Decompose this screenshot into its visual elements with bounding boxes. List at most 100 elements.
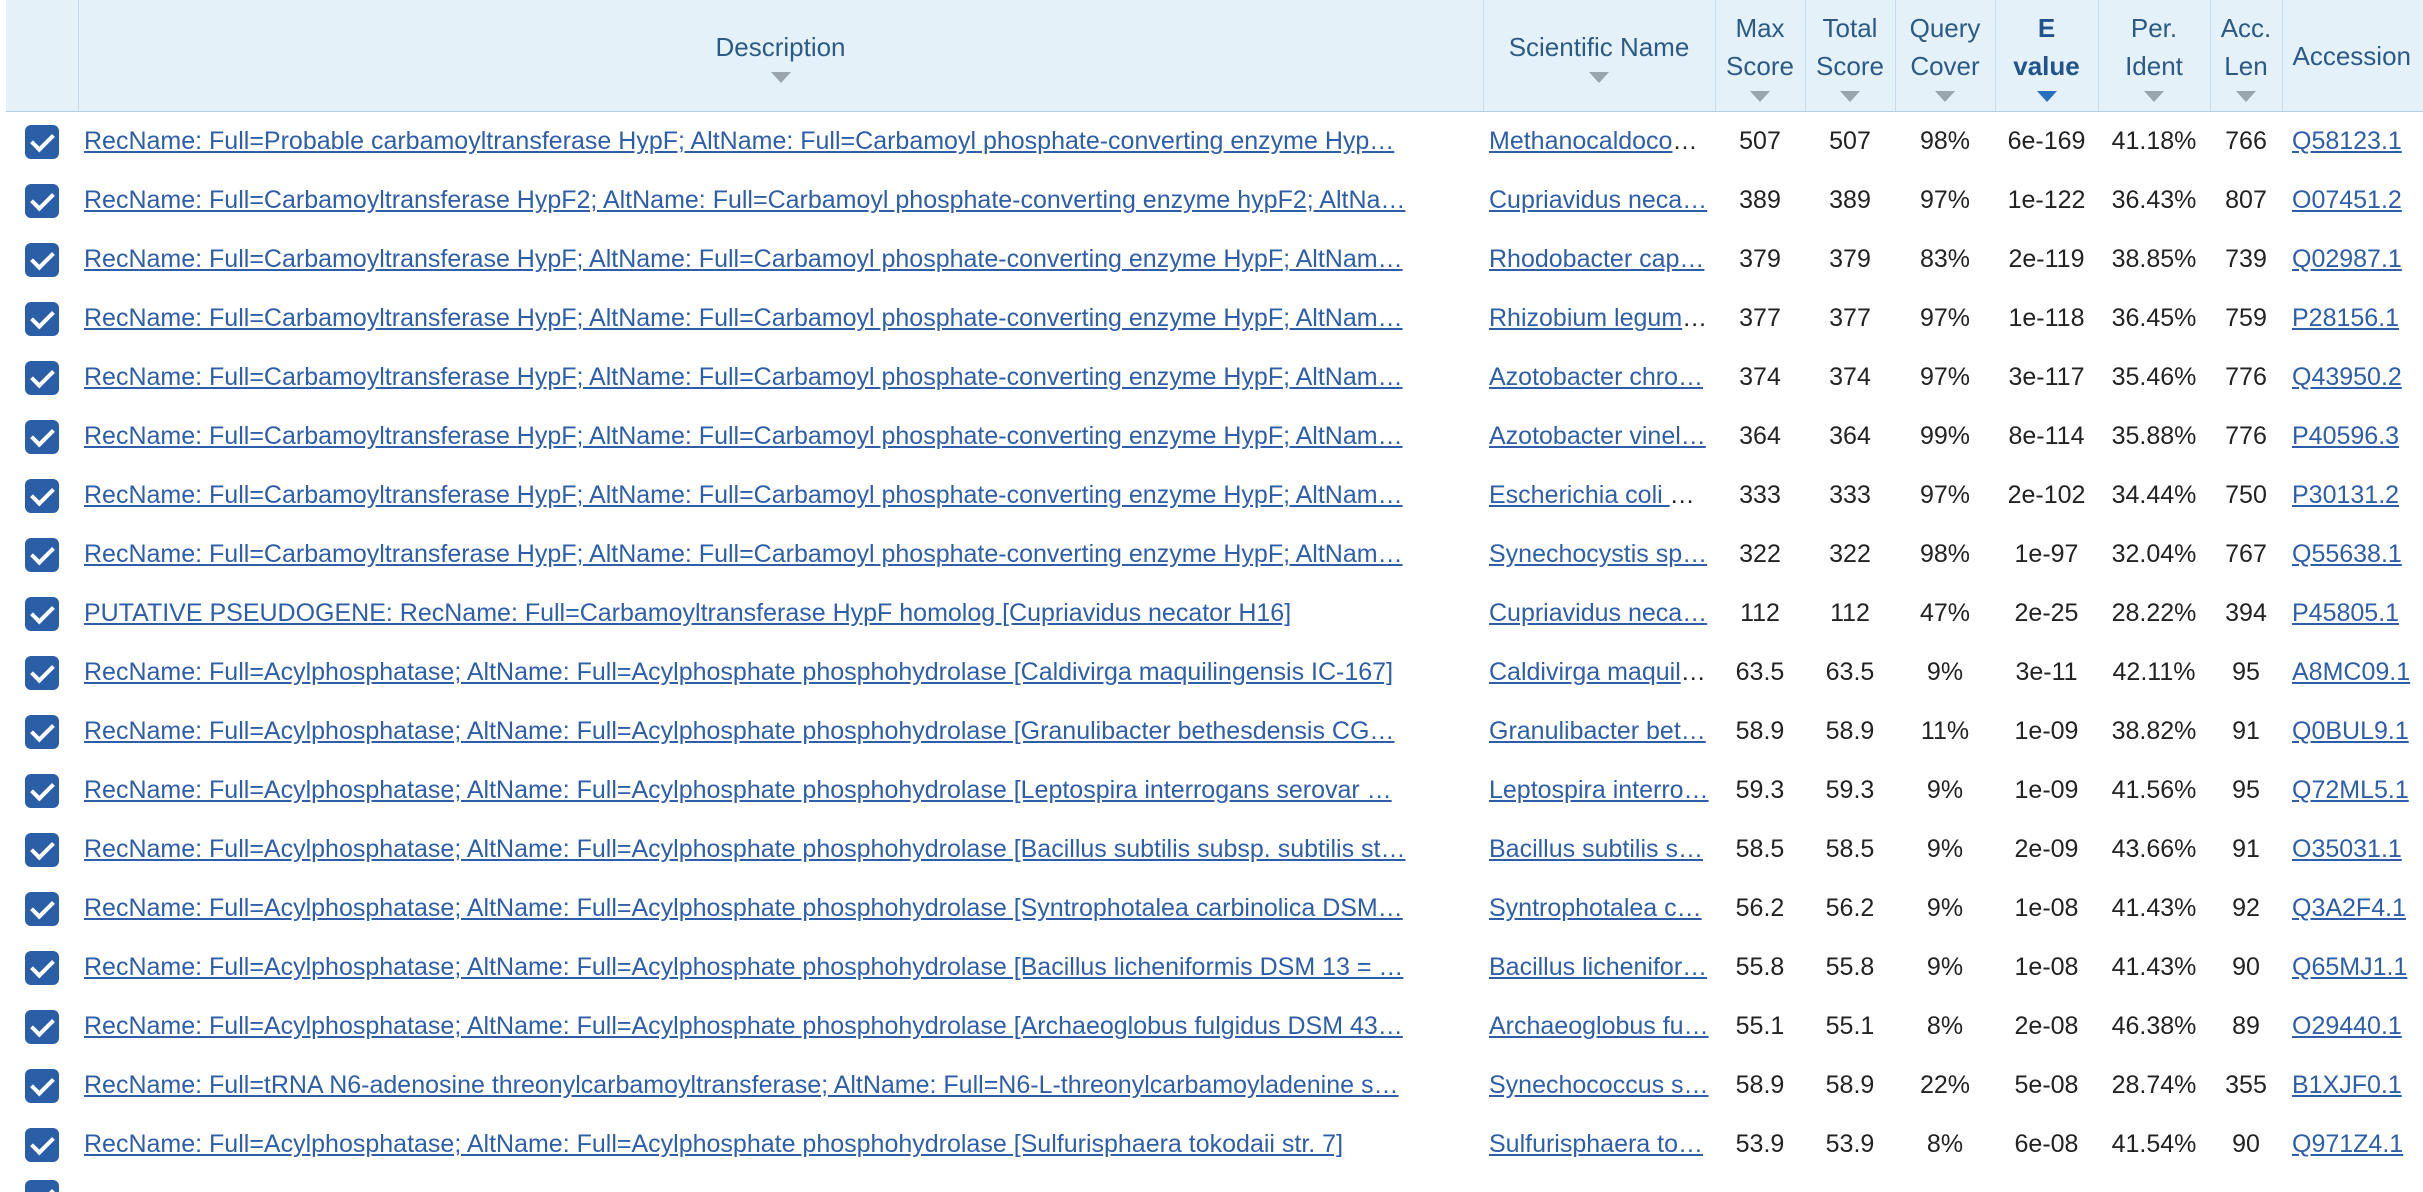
accession-link[interactable]: P28156.1 bbox=[2292, 304, 2399, 332]
scientific-name-link[interactable]: Synechococcus s… bbox=[1489, 1071, 1709, 1099]
sort-caret-icon[interactable] bbox=[770, 72, 791, 83]
row-checkbox-icon[interactable] bbox=[25, 1180, 59, 1192]
row-checkbox-icon[interactable] bbox=[25, 124, 59, 159]
row-checkbox-icon[interactable] bbox=[25, 950, 59, 985]
accession-link[interactable]: Q58123.1 bbox=[2292, 127, 2402, 155]
table-row[interactable]: RecName: Full=Carbamoyltransferase HypF;… bbox=[0, 230, 2423, 289]
description-link[interactable]: RecName: Full=Carbamoyltransferase HypF;… bbox=[84, 363, 1403, 391]
table-row[interactable]: RecName: Full=Carbamoyltransferase HypF;… bbox=[0, 348, 2423, 407]
row-checkbox-icon[interactable] bbox=[25, 1127, 59, 1162]
column-header-per-ident[interactable]: Per. Ident bbox=[2098, 0, 2211, 112]
description-link[interactable]: RecName: Full=Acylphosphatase; AltName: … bbox=[84, 717, 1394, 745]
description-link[interactable]: RecName: Full=Acylphosphatase; AltName: … bbox=[84, 776, 1392, 804]
accession-link[interactable]: Q971Z4.1 bbox=[2292, 1130, 2403, 1158]
sort-caret-active-icon[interactable] bbox=[2036, 91, 2057, 102]
description-link[interactable]: RecName: Full=Probable carbamoyltransfer… bbox=[84, 127, 1394, 155]
row-checkbox-icon[interactable] bbox=[25, 183, 59, 218]
column-header-accession[interactable]: Accession bbox=[2282, 0, 2423, 112]
row-checkbox-icon[interactable] bbox=[25, 1068, 59, 1103]
column-header-description[interactable]: Description bbox=[78, 0, 1484, 112]
description-link[interactable]: RecName: Full=Carbamoyltransferase HypF;… bbox=[84, 245, 1403, 273]
scientific-name-link[interactable]: Leptospira interro… bbox=[1489, 776, 1709, 804]
description-link[interactable]: RecName: Full=Carbamoyltransferase HypF;… bbox=[84, 304, 1403, 332]
scientific-name-link[interactable]: Granulibacter bet… bbox=[1489, 717, 1706, 745]
row-checkbox-icon[interactable] bbox=[25, 891, 59, 926]
column-header-scientific-name[interactable]: Scientific Name bbox=[1483, 0, 1716, 112]
sort-caret-icon[interactable] bbox=[2144, 91, 2164, 102]
sort-caret-icon[interactable] bbox=[1750, 91, 1770, 102]
accession-link[interactable]: A8MC09.1 bbox=[2292, 658, 2410, 686]
description-link[interactable]: RecName: Full=Acylphosphatase; AltName: … bbox=[84, 953, 1403, 981]
table-row[interactable]: RecName: Full=Probable carbamoyltransfer… bbox=[0, 111, 2423, 171]
row-checkbox-icon[interactable] bbox=[25, 242, 59, 277]
row-checkbox-icon[interactable] bbox=[25, 714, 59, 749]
table-row[interactable]: RecName: Full=Carbamoyltransferase HypF;… bbox=[0, 407, 2423, 466]
row-checkbox-icon[interactable] bbox=[25, 773, 59, 808]
column-header-total-score[interactable]: Total Score bbox=[1805, 0, 1896, 112]
sort-caret-icon[interactable] bbox=[2236, 91, 2256, 102]
scientific-name-link[interactable]: Cupriavidus neca… bbox=[1489, 186, 1707, 214]
table-row[interactable]: RecName: Full=Carbamoyltransferase HypF2… bbox=[0, 171, 2423, 230]
scientific-name-link[interactable]: Cupriavidus neca… bbox=[1489, 599, 1707, 627]
description-link[interactable]: RecName: Full=Carbamoyltransferase HypF;… bbox=[84, 540, 1403, 568]
description-link[interactable]: RecName: Full=Carbamoyltransferase HypF;… bbox=[84, 422, 1403, 450]
description-link[interactable]: RecName: Full=Acylphosphatase; AltName: … bbox=[84, 1130, 1343, 1158]
row-checkbox-icon[interactable] bbox=[25, 478, 59, 513]
scientific-name-link[interactable]: Azotobacter chro… bbox=[1489, 363, 1703, 391]
accession-link[interactable]: Q02987.1 bbox=[2292, 245, 2402, 273]
accession-link[interactable]: O07451.2 bbox=[2292, 186, 2402, 214]
column-header-acc-len[interactable]: Acc. Len bbox=[2210, 0, 2283, 112]
scientific-name-link[interactable]: Rhizobium legumi… bbox=[1489, 304, 1713, 332]
row-checkbox-icon[interactable] bbox=[25, 655, 59, 690]
scientific-name-link[interactable]: Caldivirga maquili… bbox=[1489, 658, 1711, 686]
scientific-name-link[interactable]: Archaeoglobus fu… bbox=[1489, 1012, 1709, 1040]
scientific-name-link[interactable]: Methanocaldococ… bbox=[1489, 127, 1710, 155]
table-row[interactable]: RecName: Full=Acylphosphatase; AltName: … bbox=[0, 702, 2423, 761]
table-row[interactable]: RecName: Full=Acylphosphatase; AltName: … bbox=[0, 820, 2423, 879]
description-link[interactable]: RecName: Full=Carbamoyltransferase HypF2… bbox=[84, 186, 1405, 214]
row-checkbox-icon[interactable] bbox=[25, 419, 59, 454]
row-checkbox-icon[interactable] bbox=[25, 537, 59, 572]
row-checkbox-icon[interactable] bbox=[25, 1009, 59, 1044]
sort-caret-icon[interactable] bbox=[1935, 91, 1955, 102]
sort-caret-icon[interactable] bbox=[1840, 91, 1860, 102]
column-header-max-score[interactable]: Max Score bbox=[1715, 0, 1806, 112]
scientific-name-link[interactable]: Bacillus lichenifor… bbox=[1489, 953, 1707, 981]
row-checkbox-icon[interactable] bbox=[25, 360, 59, 395]
description-link[interactable]: RecName: Full=Carbamoyltransferase HypF;… bbox=[84, 481, 1403, 509]
table-row[interactable]: RecName: Full=Carbamoyltransferase HypF;… bbox=[0, 289, 2423, 348]
accession-link[interactable]: P30131.2 bbox=[2292, 481, 2399, 509]
table-row[interactable]: RecName: Full=Acylphosphatase; AltName: … bbox=[0, 761, 2423, 820]
table-row[interactable]: RecName: Full=Acylphosphatase; AltName: … bbox=[0, 1115, 2423, 1174]
scientific-name-link[interactable]: Escherichia coli K… bbox=[1489, 481, 1711, 509]
accession-link[interactable]: O35031.1 bbox=[2292, 835, 2402, 863]
table-row[interactable]: RecName: Full=Acylphosphatase; AltName: … bbox=[0, 879, 2423, 938]
table-row[interactable]: RecName: Full=Acylphosphatase; AltName: … bbox=[0, 938, 2423, 997]
scientific-name-link[interactable]: Azotobacter vinel… bbox=[1489, 422, 1706, 450]
scientific-name-link[interactable]: Sulfurisphaera to… bbox=[1489, 1130, 1703, 1158]
description-link[interactable]: RecName: Full=Acylphosphatase; AltName: … bbox=[84, 835, 1406, 863]
table-row[interactable]: RecName: Full=tRNA N6-adenosine threonyl… bbox=[0, 1056, 2423, 1115]
scientific-name-link[interactable]: Syntrophotalea c… bbox=[1489, 894, 1702, 922]
accession-link[interactable]: P45805.1 bbox=[2292, 599, 2399, 627]
description-link[interactable]: RecName: Full=Acylphosphatase; AltName: … bbox=[84, 658, 1393, 686]
table-row[interactable]: RecName: Full=Carbamoyltransferase HypF;… bbox=[0, 525, 2423, 584]
description-link[interactable]: RecName: Full=tRNA N6-adenosine threonyl… bbox=[84, 1071, 1399, 1099]
table-row[interactable]: RecName: Full=Acylphosphatase; AltName: … bbox=[0, 997, 2423, 1056]
description-link[interactable]: RecName: Full=Acylphosphatase; AltName: … bbox=[84, 894, 1403, 922]
table-row[interactable]: PUTATIVE PSEUDOGENE: RecName: Full=Carba… bbox=[0, 584, 2423, 643]
scientific-name-link[interactable]: Synechocystis sp… bbox=[1489, 540, 1707, 568]
sort-caret-icon[interactable] bbox=[1589, 72, 1609, 83]
accession-link[interactable]: B1XJF0.1 bbox=[2292, 1071, 2402, 1099]
accession-link[interactable]: Q3A2F4.1 bbox=[2292, 894, 2406, 922]
row-checkbox-icon[interactable] bbox=[25, 596, 59, 631]
column-header-query-cover[interactable]: Query Cover bbox=[1895, 0, 1996, 112]
column-header-e-value[interactable]: E value bbox=[1995, 0, 2099, 112]
accession-link[interactable]: P40596.3 bbox=[2292, 422, 2399, 450]
accession-link[interactable]: O29440.1 bbox=[2292, 1012, 2402, 1040]
scientific-name-link[interactable]: Rhodobacter cap… bbox=[1489, 245, 1704, 273]
scientific-name-link[interactable]: Bacillus subtilis s… bbox=[1489, 835, 1703, 863]
row-checkbox-icon[interactable] bbox=[25, 832, 59, 867]
description-link[interactable]: PUTATIVE PSEUDOGENE: RecName: Full=Carba… bbox=[84, 599, 1291, 627]
table-row[interactable]: RecName: Full=Acylphosphatase; AltName: … bbox=[0, 643, 2423, 702]
